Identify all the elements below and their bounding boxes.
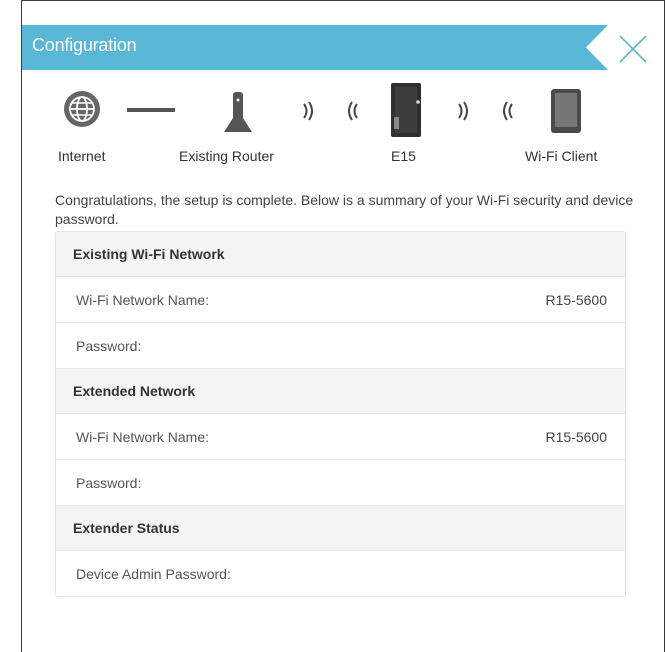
globe-icon [64,91,100,127]
row-label: Password: [76,337,142,354]
wifi-signal-icon [458,101,513,121]
summary-table: Existing Wi-Fi Network Wi-Fi Network Nam… [55,231,626,597]
table-row: Password: [56,460,625,506]
row-value: R15-5600 [545,428,608,445]
section-existing-title: Existing Wi-Fi Network [56,232,625,277]
table-row: Device Admin Password: [56,551,625,596]
close-icon[interactable] [616,32,650,66]
section-extended-title: Extended Network [56,369,625,414]
tablet-icon [551,89,581,133]
row-label: Wi-Fi Network Name: [76,291,210,308]
label-router: Existing Router [179,148,274,164]
label-client: Wi-Fi Client [525,148,598,164]
label-extender: E15 [391,148,416,164]
extender-icon [391,83,421,137]
table-row: Password: [56,323,625,369]
label-internet: Internet [58,148,106,164]
row-label: Device Admin Password: [76,565,231,582]
row-label: Wi-Fi Network Name: [76,428,210,445]
row-value: R15-5600 [545,291,608,308]
intro-text: Congratulations, the setup is complete. … [55,192,634,227]
wired-link [127,108,175,112]
router-icon [224,92,252,132]
table-row: Wi-Fi Network Name: R15-5600 [56,414,625,460]
table-row: Wi-Fi Network Name: R15-5600 [56,277,625,323]
dialog-title: Configuration [32,35,137,55]
row-label: Password: [76,474,142,491]
wifi-signal-icon [303,101,358,121]
section-extender-title: Extender Status [56,506,625,551]
